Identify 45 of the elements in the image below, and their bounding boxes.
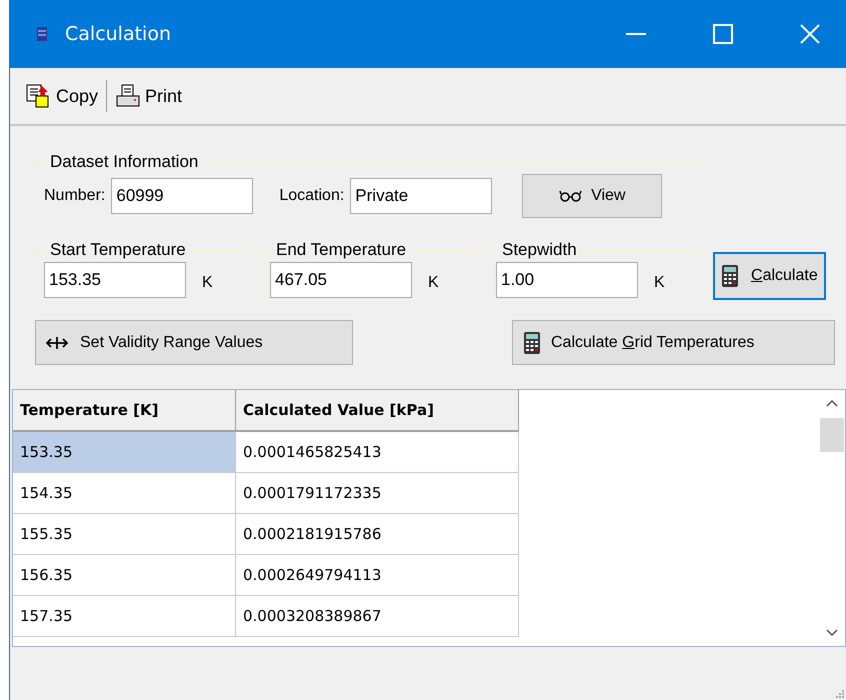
unit-label: K — [202, 274, 213, 292]
group-label: Stepwidth — [501, 240, 578, 260]
unit-label: K — [428, 274, 439, 292]
glasses-icon — [559, 190, 584, 202]
double-arrow-icon — [46, 336, 68, 350]
calculate-button[interactable]: Calculate — [713, 252, 826, 300]
table-cell[interactable]: 0.0001791172335 — [236, 473, 519, 514]
table-cell[interactable]: 0.0003208389867 — [236, 596, 519, 637]
table-cell[interactable]: 155.35 — [13, 514, 236, 555]
printer-icon — [115, 84, 142, 108]
table-cell[interactable]: 156.35 — [13, 555, 236, 596]
unit-label: K — [654, 274, 665, 292]
calculator-icon — [523, 330, 541, 354]
table-cell[interactable]: 157.35 — [13, 596, 236, 637]
calculator-icon — [721, 264, 739, 288]
temperature-field[interactable]: 467.05 — [270, 262, 412, 298]
table-cell[interactable]: 0.0002181915786 — [236, 514, 519, 555]
temperature-field[interactable]: 1.00 — [496, 262, 638, 298]
location-field[interactable]: Private — [350, 178, 492, 214]
table-cell[interactable]: 0.0001465825413 — [236, 432, 519, 473]
copy-button[interactable]: Copy — [22, 84, 102, 108]
view-button[interactable]: View — [522, 174, 662, 218]
column-header[interactable]: Temperature [K] — [13, 390, 236, 432]
close-icon[interactable] — [800, 24, 820, 44]
group-label: Dataset Information — [49, 152, 200, 172]
table-cell[interactable]: 0.0002649794113 — [236, 555, 519, 596]
table-cell[interactable]: 154.35 — [13, 473, 236, 514]
print-button[interactable]: Print — [111, 84, 186, 108]
calculate-grid-button[interactable]: Calculate Grid Temperatures — [512, 320, 835, 365]
resize-grip-icon[interactable] — [836, 690, 844, 698]
scroll-up-icon — [825, 398, 839, 408]
column-header[interactable]: Calculated Value [kPa] — [236, 390, 519, 432]
group-label: End Temperature — [275, 240, 408, 260]
scroll-thumb[interactable] — [820, 418, 844, 452]
number-field[interactable]: 60999 — [111, 178, 254, 214]
app-icon — [37, 27, 47, 41]
window-title: Calculation — [65, 23, 171, 45]
temperature-field[interactable]: 153.35 — [44, 262, 186, 298]
number-label: Number: — [44, 187, 106, 205]
location-label: Location: — [279, 187, 344, 205]
scroll-down-icon — [825, 628, 839, 638]
group-label: Start Temperature — [49, 240, 187, 260]
set-validity-range-button[interactable]: Set Validity Range Values — [35, 320, 353, 365]
table-cell[interactable]: 153.35 — [13, 432, 236, 473]
maximize-icon[interactable] — [713, 24, 733, 44]
